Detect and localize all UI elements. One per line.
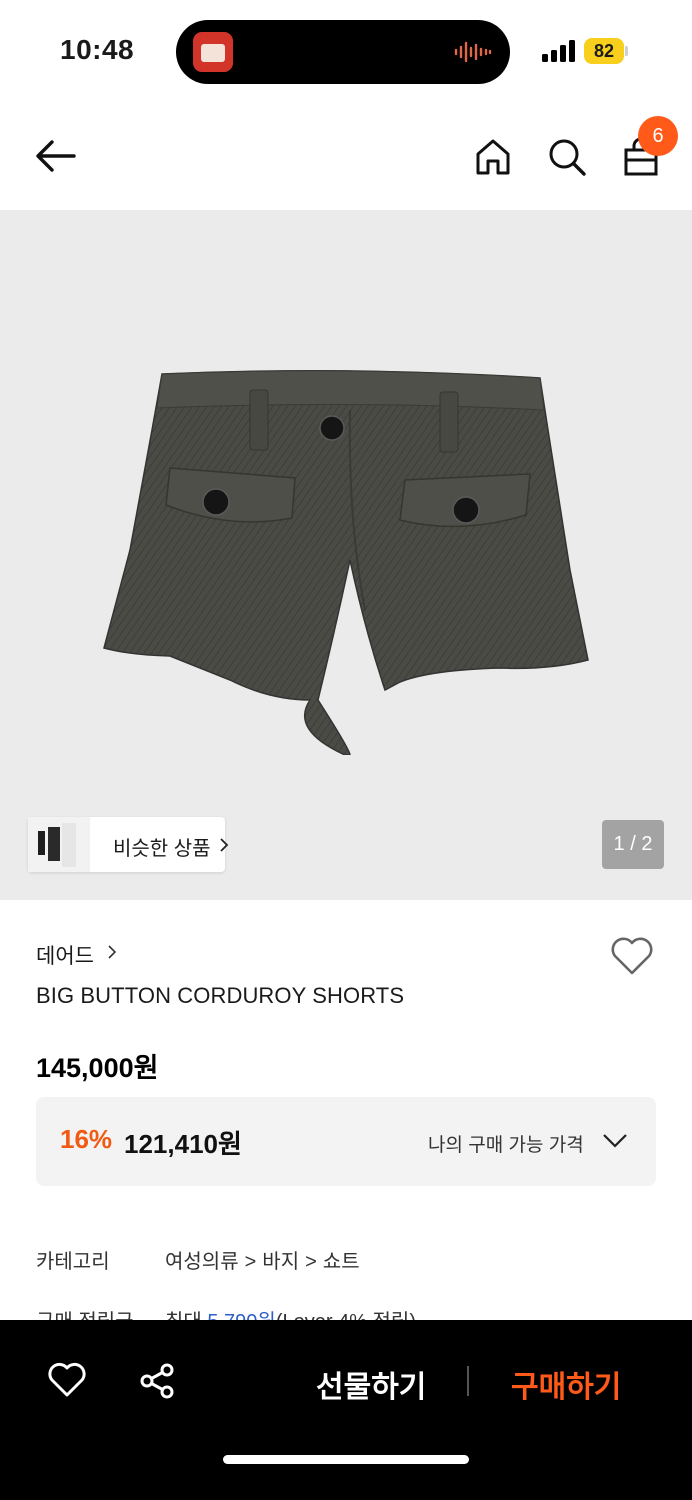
audio-waveform-icon	[454, 41, 492, 63]
category-label: 카테고리	[36, 1251, 110, 1273]
cellular-signal-icon	[542, 40, 575, 62]
chevron-right-icon	[108, 945, 117, 959]
product-name: BIG BUTTON CORDUROY SHORTS	[36, 983, 405, 1008]
now-playing-app-icon	[193, 32, 233, 72]
gift-button[interactable]: 선물하기	[316, 1362, 426, 1406]
product-image-gallery[interactable]: 비슷한 상품 1 / 2	[0, 210, 692, 900]
wishlist-heart-icon[interactable]	[610, 936, 654, 976]
category-link[interactable]: 쇼트	[323, 1251, 360, 1273]
search-icon[interactable]	[546, 136, 588, 178]
bottom-action-bar: 선물하기 구매하기	[0, 1320, 692, 1500]
cart-count-badge: 6	[638, 116, 678, 156]
my-price-panel[interactable]: 16% 121,410원 나의 구매 가능 가격	[36, 1097, 656, 1186]
status-bar: 10:48 82	[0, 0, 692, 100]
similar-products-label: 비슷한 상품	[113, 838, 211, 860]
top-navigation	[0, 100, 692, 210]
chevron-right-icon	[220, 838, 229, 852]
category-link[interactable]: 여성의류	[165, 1251, 239, 1273]
my-price-label: 나의 구매 가능 가격	[428, 1135, 584, 1156]
dynamic-island[interactable]	[176, 20, 510, 84]
battery-level: 82	[584, 38, 624, 64]
category-link[interactable]: 바지	[262, 1251, 299, 1273]
similar-product-thumbnail	[28, 817, 90, 872]
product-photo	[103, 370, 589, 755]
similar-products-button[interactable]: 비슷한 상품	[28, 817, 229, 872]
discount-rate: 16%	[60, 1124, 113, 1154]
category-path: 여성의류 > 바지 > 쇼트	[165, 1251, 360, 1273]
share-icon[interactable]	[138, 1362, 176, 1400]
home-indicator[interactable]	[223, 1455, 469, 1464]
original-price: 145,000원	[36, 1053, 159, 1083]
chevron-down-icon	[603, 1134, 627, 1148]
image-page-indicator: 1 / 2	[602, 820, 664, 869]
status-time: 10:48	[60, 34, 135, 65]
sale-price: 121,410원	[124, 1129, 242, 1159]
battery-icon: 82	[584, 38, 628, 64]
buy-button[interactable]: 구매하기	[511, 1362, 621, 1406]
home-icon[interactable]	[472, 136, 514, 178]
brand-link[interactable]: 데어드	[36, 940, 94, 970]
wishlist-heart-icon[interactable]	[48, 1362, 86, 1398]
divider	[467, 1366, 469, 1396]
back-arrow-icon[interactable]	[34, 138, 78, 174]
